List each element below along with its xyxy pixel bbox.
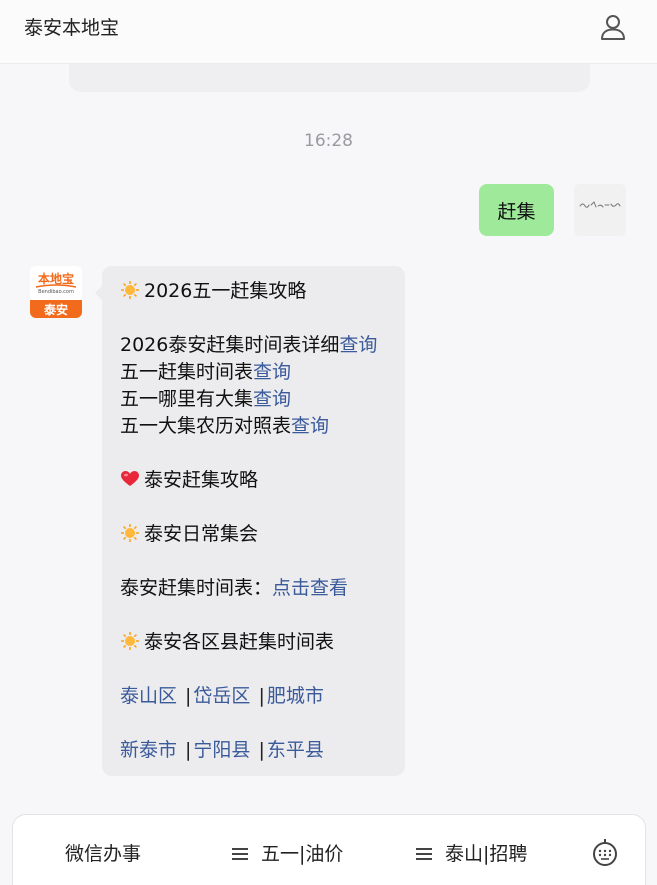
menu-item-label: 泰山|招聘 bbox=[445, 843, 528, 865]
keyboard-icon[interactable] bbox=[591, 837, 619, 869]
page-title: 泰安本地宝 bbox=[24, 17, 120, 39]
sun-icon bbox=[120, 523, 140, 551]
menu-icon bbox=[231, 843, 249, 869]
bot-avatar: 本地宝 Bendibao.com 泰安 bbox=[30, 266, 82, 318]
counties-row: 新泰市 | 宁阳县 | 东平县 bbox=[120, 737, 324, 764]
query-line-text: 五一大集农历对照表 bbox=[120, 415, 292, 437]
logo-text-top: 本地宝 bbox=[38, 271, 74, 286]
sun-icon bbox=[120, 631, 140, 659]
user-message-bubble[interactable]: 赶集 bbox=[479, 184, 554, 236]
query-line-text: 五一赶集时间表 bbox=[120, 361, 254, 383]
separator: | bbox=[185, 739, 192, 761]
schedule-label: 泰安赶集时间表： bbox=[120, 577, 273, 599]
user-avatar bbox=[574, 184, 626, 236]
query-link[interactable]: 查询 bbox=[291, 415, 329, 437]
menu-item-taishan-jobs[interactable]: 泰山|招聘 bbox=[415, 841, 527, 869]
county-link-xintai[interactable]: 新泰市 bbox=[120, 739, 177, 761]
schedule-line: 泰安赶集时间表：点击查看 bbox=[120, 575, 348, 602]
query-line-text: 五一哪里有大集 bbox=[120, 388, 254, 410]
query-line-text: 2026泰安赶集时间表详细 bbox=[120, 334, 340, 356]
signature-image bbox=[579, 201, 621, 208]
county-link-daiyue[interactable]: 岱岳区 bbox=[193, 685, 250, 707]
county-link-taishan[interactable]: 泰山区 bbox=[120, 685, 177, 707]
daily-heading-line: 泰安日常集会 bbox=[120, 521, 258, 551]
menu-item-label: 五一|油价 bbox=[261, 843, 344, 865]
counties-heading: 泰安各区县赶集时间表 bbox=[144, 631, 335, 653]
logo-text-sub: Bendibao.com bbox=[38, 289, 74, 295]
query-line: 五一大集农历对照表查询 bbox=[120, 413, 329, 440]
query-link[interactable]: 查询 bbox=[253, 361, 291, 383]
county-link-feicheng[interactable]: 肥城市 bbox=[267, 685, 324, 707]
user-icon[interactable] bbox=[598, 12, 628, 44]
logo-text-bottom: 泰安 bbox=[43, 302, 68, 317]
separator: | bbox=[258, 685, 265, 707]
county-link-dongping[interactable]: 东平县 bbox=[267, 739, 324, 761]
query-line: 五一哪里有大集查询 bbox=[120, 386, 291, 413]
bubble-title-line: 2026五一赶集攻略 bbox=[120, 278, 306, 308]
query-link[interactable]: 查询 bbox=[253, 388, 291, 410]
heart-icon bbox=[120, 469, 140, 497]
heart-heading-line: 泰安赶集攻略 bbox=[120, 467, 258, 497]
message-timestamp: 16:28 bbox=[304, 131, 353, 151]
bendibao-logo: 本地宝 Bendibao.com 泰安 bbox=[30, 266, 82, 318]
counties-heading-line: 泰安各区县赶集时间表 bbox=[120, 629, 334, 659]
schedule-link[interactable]: 点击查看 bbox=[272, 577, 348, 599]
query-line: 2026泰安赶集时间表详细查询 bbox=[120, 332, 377, 359]
menu-icon bbox=[415, 843, 433, 869]
query-link[interactable]: 查询 bbox=[339, 334, 377, 356]
county-link-ningyang[interactable]: 宁阳县 bbox=[193, 739, 250, 761]
previous-message-bubble bbox=[69, 64, 590, 92]
sun-icon bbox=[120, 280, 140, 308]
separator: | bbox=[185, 685, 192, 707]
bot-message-bubble: 2026五一赶集攻略 2026泰安赶集时间表详细查询 五一赶集时间表查询 五一哪… bbox=[95, 266, 405, 776]
query-line: 五一赶集时间表查询 bbox=[120, 359, 291, 386]
daily-heading: 泰安日常集会 bbox=[144, 523, 259, 545]
bubble-title: 2026五一赶集攻略 bbox=[144, 280, 307, 302]
heart-heading: 泰安赶集攻略 bbox=[144, 469, 259, 491]
counties-row: 泰山区 | 岱岳区 | 肥城市 bbox=[120, 683, 324, 710]
header-bar: 泰安本地宝 bbox=[0, 0, 657, 64]
menu-item-holiday-oil-price[interactable]: 五一|油价 bbox=[231, 841, 343, 869]
bottom-menu-bar: 微信办事 五一|油价 泰山|招聘 bbox=[12, 814, 646, 885]
separator: | bbox=[258, 739, 265, 761]
menu-item-wechat-services[interactable]: 微信办事 bbox=[65, 841, 141, 867]
